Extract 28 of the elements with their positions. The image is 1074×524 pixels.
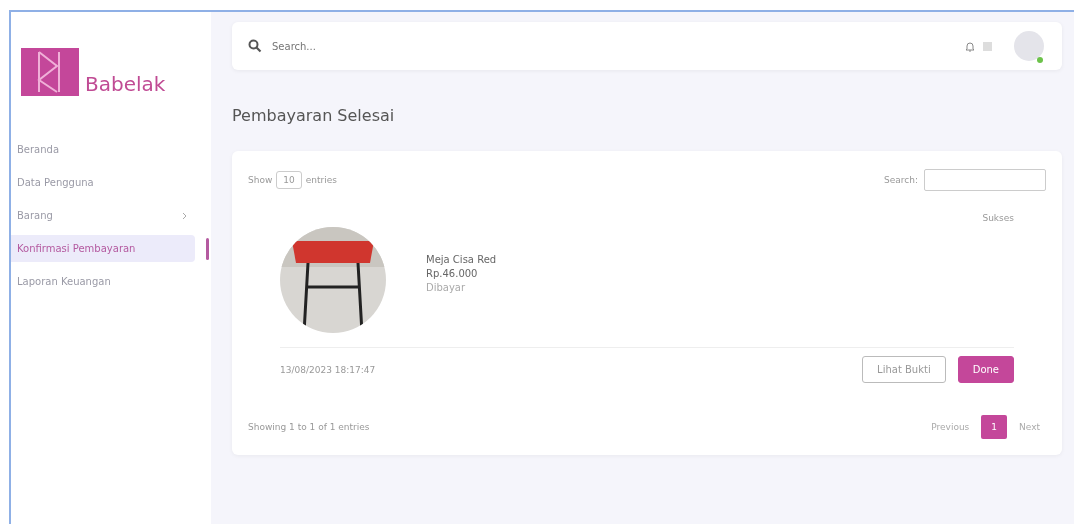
- sidebar-item[interactable]: Beranda: [11, 136, 195, 163]
- table-info: Showing 1 to 1 of 1 entries: [248, 422, 370, 432]
- product-name: Meja Cisa Red: [426, 253, 498, 265]
- order-date: 13/08/2023 18:17:47: [280, 364, 376, 375]
- page-button[interactable]: 1: [981, 415, 1008, 439]
- status-label: Sukses: [982, 213, 1014, 223]
- view-proof-button[interactable]: Lihat Bukti: [862, 356, 946, 383]
- brand-name: Babelak: [85, 72, 166, 96]
- sidebar-item[interactable]: Data Pengguna: [11, 169, 195, 196]
- sidebar-item[interactable]: Laporan Keuangan: [11, 268, 195, 295]
- pagination-link[interactable]: Next: [1013, 416, 1046, 438]
- logo-icon: [21, 48, 79, 96]
- table-search-field[interactable]: [924, 169, 1046, 191]
- payment-status: Dibayar: [426, 281, 467, 293]
- search-label: Search:: [884, 175, 918, 185]
- sidebar-item[interactable]: Barang: [11, 202, 195, 229]
- avatar[interactable]: [1014, 31, 1044, 61]
- search-field[interactable]: Search...: [270, 39, 474, 53]
- pagination-link[interactable]: Previous: [925, 416, 976, 438]
- length-label: Show: [248, 175, 273, 185]
- length-label: entries: [305, 175, 337, 185]
- page-title: Pembayaran Selesai: [232, 106, 396, 125]
- length-select[interactable]: 10: [276, 171, 302, 189]
- bell-icon[interactable]: [965, 40, 975, 52]
- product-price: Rp.46.000: [426, 267, 479, 279]
- active-indicator: [206, 238, 209, 260]
- search-icon: [248, 39, 262, 53]
- done-button[interactable]: Done: [957, 356, 1014, 383]
